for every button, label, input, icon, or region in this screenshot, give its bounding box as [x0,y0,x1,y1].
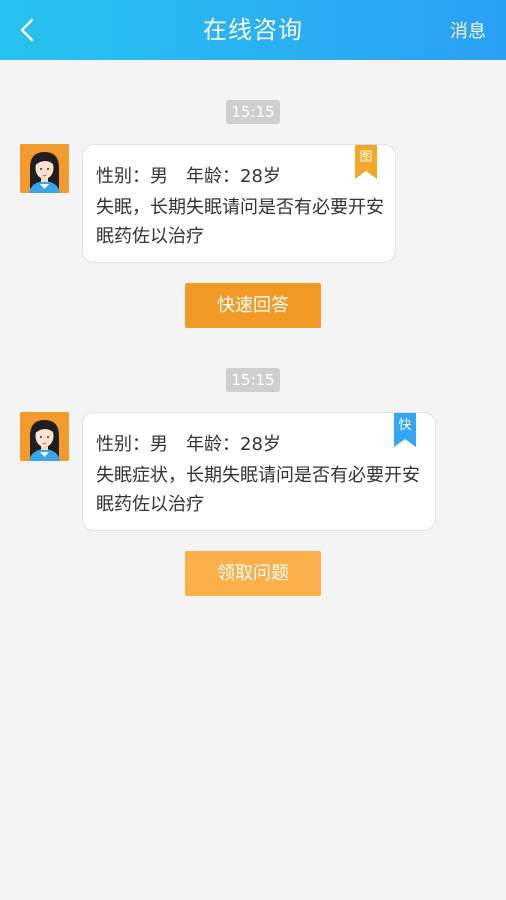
quick-tag-badge: 快 [394,413,416,447]
consultation-card[interactable]: 性别：男 年龄：28岁 失眠症状，长期失眠请问是否有必要开安眠药佐以治疗 快 [82,412,436,531]
question-text: 失眠症状，长期失眠请问是否有必要开安眠药佐以治疗 [96,465,420,515]
messages-link[interactable]: 消息 [450,0,486,60]
consultation-screen: 在线咨询 消息 15:15 性别：男 年龄：28岁 失眠，长期失眠请问是否有必要开… [0,0,506,900]
female-user-icon [20,144,69,193]
image-tag-badge: 图 [355,145,377,179]
page-title: 在线咨询 [203,16,303,44]
gender-label: 性别：男 [96,434,168,455]
timestamp: 15:15 [226,100,280,124]
timestamp: 15:15 [226,368,280,392]
question-text: 失眠，长期失眠请问是否有必要开安眠药佐以治疗 [96,197,384,247]
gender-label: 性别：男 [96,166,168,187]
patient-info: 性别：男 年龄：28岁 [96,162,281,188]
avatar [20,412,69,461]
female-user-icon [20,412,69,461]
avatar [20,144,69,193]
back-button[interactable] [12,14,42,46]
quick-answer-button[interactable]: 快速回答 [185,283,321,328]
consultation-card[interactable]: 性别：男 年龄：28岁 失眠，长期失眠请问是否有必要开安眠药佐以治疗 图 [82,144,396,263]
chevron-left-icon [20,18,34,42]
age-label: 年龄：28岁 [186,166,281,187]
age-label: 年龄：28岁 [186,434,281,455]
header-bar: 在线咨询 消息 [0,0,506,60]
claim-question-button[interactable]: 领取问题 [185,551,321,596]
patient-info: 性别：男 年龄：28岁 [96,430,281,456]
